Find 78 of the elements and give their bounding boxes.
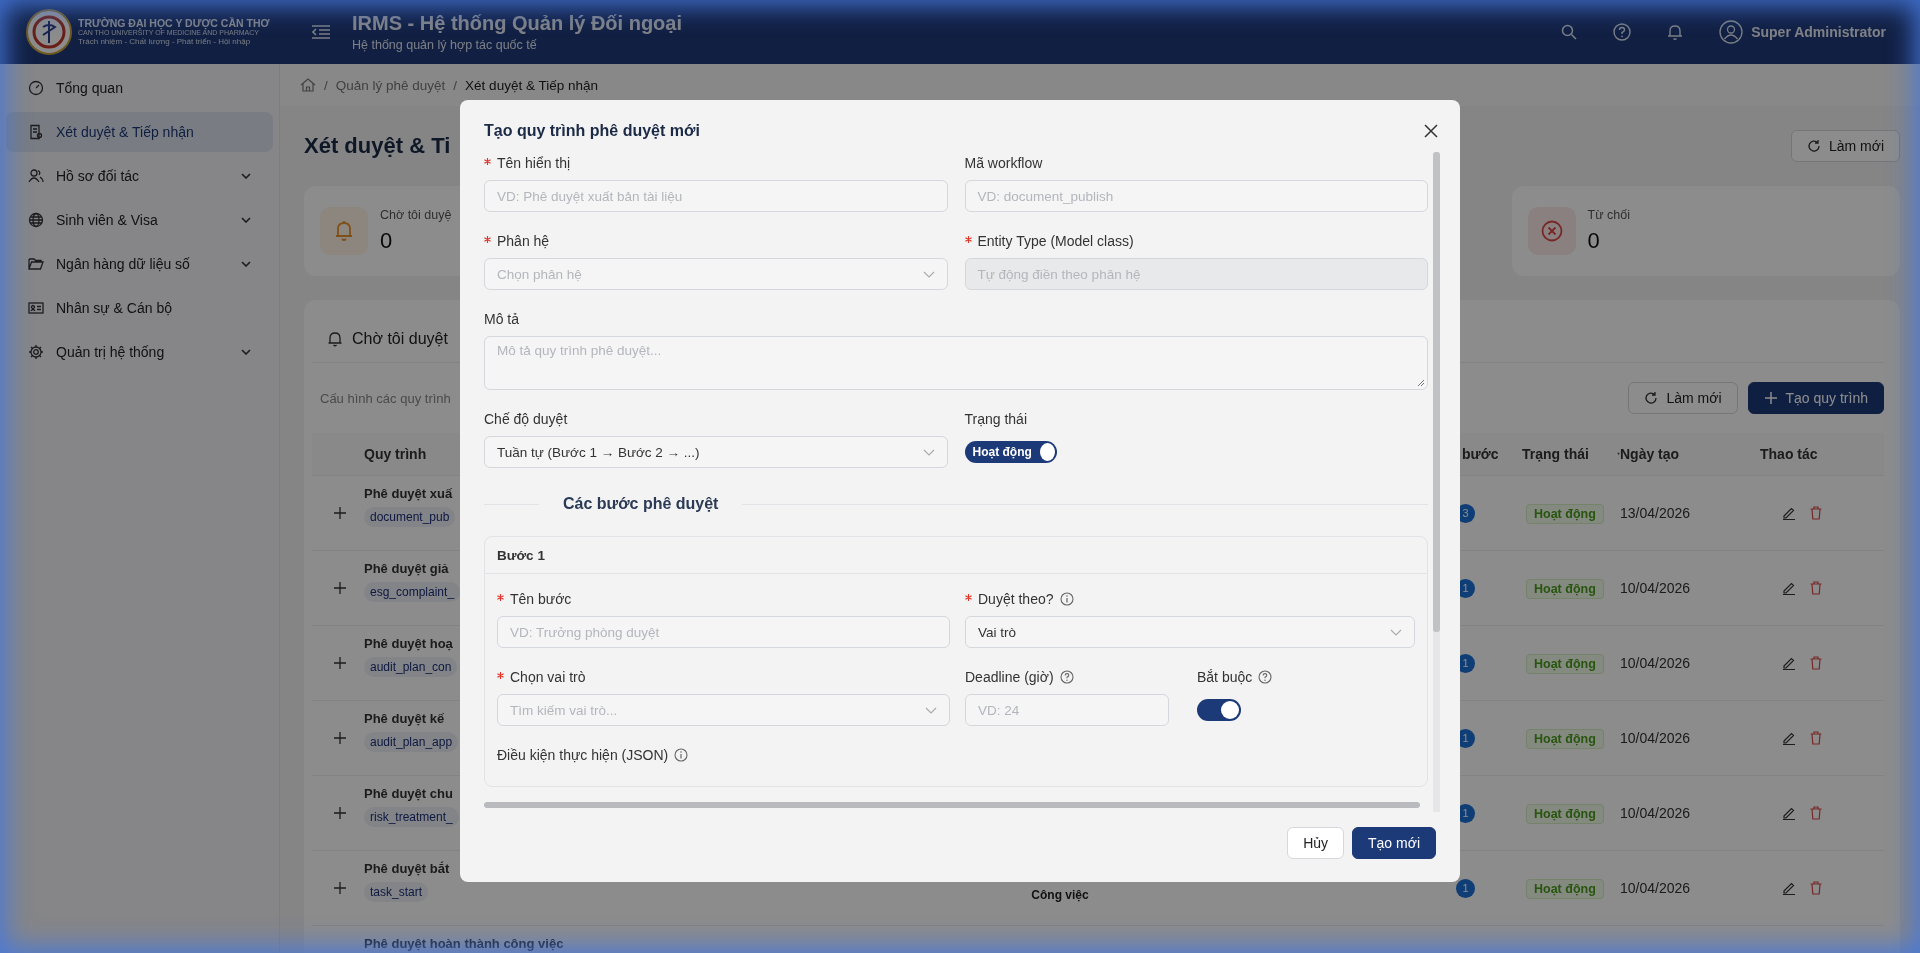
- workflow-name: Phê duyệt chu: [364, 786, 453, 801]
- select-field[interactable]: Vai trò: [965, 616, 1415, 648]
- workflow-code-tag: document_pub: [364, 507, 456, 527]
- tab[interactable]: Chờ tôi duyệt: [312, 330, 448, 362]
- select-field[interactable]: Tuần tự (Bước 1 → Bước 2 → ...): [484, 436, 948, 468]
- table-cell: 13/04/2026: [1620, 505, 1691, 521]
- field-label: Chọn vai trò: [510, 669, 586, 685]
- breadcrumb-link[interactable]: Quản lý phê duyệt: [335, 77, 446, 93]
- table-cell: 10/04/2026: [1620, 805, 1691, 821]
- sidebar-item[interactable]: Tổng quan: [6, 68, 273, 108]
- field-label: Chế độ duyệt: [484, 411, 568, 427]
- sidebar-item[interactable]: Ngân hàng dữ liệu số: [6, 244, 273, 284]
- cancel-button[interactable]: Hủy: [1287, 827, 1345, 859]
- status-tag: Hoạt động: [1526, 579, 1604, 599]
- sidebar-item[interactable]: Xét duyệt & Tiếp nhận: [6, 112, 273, 152]
- table-cell: Công việc: [1031, 888, 1089, 902]
- sidebar-item[interactable]: Nhân sự & Cán bộ: [6, 288, 273, 328]
- submit-button[interactable]: Tạo mới: [1352, 827, 1436, 859]
- status-tag: Hoạt động: [1526, 729, 1604, 749]
- stat-label: Từ chối: [1587, 208, 1630, 222]
- create-workflow-button[interactable]: Tạo quy trình: [1747, 382, 1884, 414]
- field-label: Tên hiển thị: [497, 155, 571, 171]
- stat-value: 0: [1587, 228, 1600, 254]
- column-header: Thao tác: [1760, 446, 1818, 462]
- sidebar-item[interactable]: Quản trị hệ thống: [6, 332, 273, 372]
- table-cell: 10/04/2026: [1620, 580, 1691, 596]
- field-label: Điều kiện thực hiện (JSON): [497, 747, 669, 763]
- status-toggle[interactable]: Hoạt động: [964, 441, 1057, 463]
- workflow-code-tag: risk_treatment_: [364, 807, 459, 827]
- workflow-name: Phê duyệt kế: [364, 711, 445, 726]
- breadcrumb-separator: /: [324, 77, 328, 93]
- workflow-code-tag: audit_plan_con: [364, 657, 458, 677]
- field-label: Bắt buộc: [1197, 669, 1253, 685]
- status-tag: Hoạt động: [1526, 804, 1604, 824]
- university-motto: Trách nhiệm - Chất lượng - Phát triển - Hội nhập: [78, 37, 252, 47]
- column-header: bước: [1461, 446, 1499, 462]
- column-header: Trạng thái: [1522, 446, 1589, 462]
- refresh-button[interactable]: Làm mới: [1628, 382, 1738, 414]
- field-label: Phân hệ: [497, 233, 550, 249]
- field-label: Trạng thái: [964, 411, 1027, 427]
- workflow-code-tag: task_start: [364, 882, 429, 902]
- workflow-code-tag: esg_complaint_: [364, 582, 461, 602]
- app-subtitle: Hệ thống quản lý hợp tác quốc tế: [352, 38, 538, 52]
- user-name[interactable]: Super Administrator: [1751, 24, 1886, 40]
- workflow-name: Phê duyệt hoàn thành công việc: [364, 936, 564, 951]
- app-title: IRMS - Hệ thống Quản lý Đối ngoại: [352, 12, 682, 35]
- field-label: Deadline (giờ): [965, 669, 1054, 685]
- stat-value: 0: [380, 228, 393, 254]
- status-tag: Hoạt động: [1526, 654, 1604, 674]
- field-label: Mã workflow: [964, 155, 1043, 171]
- field-label: Mô tả: [484, 311, 519, 327]
- status-tag: Hoạt động: [1526, 879, 1604, 899]
- field-label: Duyệt theo?: [978, 591, 1054, 607]
- workflow-name: Phê duyệt hoạ: [364, 636, 453, 651]
- section-title: Các bước phê duyệt: [562, 495, 720, 513]
- table-cell: 10/04/2026: [1620, 880, 1691, 896]
- breadcrumb-separator: /: [453, 77, 458, 93]
- field-label: Entity Type (Model class): [977, 233, 1134, 249]
- sidebar-item[interactable]: Hồ sơ đối tác: [6, 156, 273, 196]
- sidebar-item[interactable]: Sinh viên & Visa: [6, 200, 273, 240]
- step-count-badge: 1: [1456, 878, 1475, 898]
- refresh-button[interactable]: Làm mới: [1790, 130, 1900, 162]
- workflow-name: Phê duyệt giả: [364, 561, 449, 576]
- workflow-name: Phê duyệt bắt: [364, 861, 450, 876]
- step-title: Bước 1: [497, 547, 545, 563]
- university-name: TRƯỜNG ĐẠI HỌC Y DƯỢC CẦN THƠ: [78, 17, 270, 30]
- stat-label: Chờ tôi duyệ: [380, 208, 452, 222]
- column-header: Quy trình: [364, 446, 427, 462]
- table-cell: 10/04/2026: [1620, 655, 1691, 671]
- panel-description: Cấu hình các quy trình: [320, 390, 451, 406]
- column-header: Ngày tạo: [1620, 446, 1680, 462]
- status-tag: Hoạt động: [1526, 504, 1604, 524]
- table-cell: 10/04/2026: [1620, 730, 1691, 746]
- page-title: Xét duyệt & Ti: [304, 133, 451, 159]
- workflow-name: Phê duyệt xuấ: [364, 486, 453, 501]
- field-label: Tên bước: [510, 591, 572, 607]
- dialog-title: Tạo quy trình phê duyệt mới: [484, 122, 700, 140]
- workflow-code-tag: audit_plan_app: [364, 732, 459, 752]
